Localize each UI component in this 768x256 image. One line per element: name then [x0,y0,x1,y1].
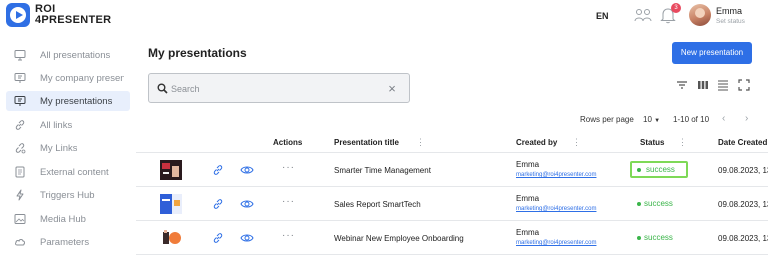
top-bar: ROI 4PRESENTER EN 3 Emma Set status [0,0,768,34]
copy-link-icon[interactable] [212,232,224,244]
column-header-status[interactable]: Status [640,138,664,147]
sidebar-item-media-hub[interactable]: Media Hub [6,209,130,229]
cloud-icon [14,239,26,246]
status-badge: success [630,229,688,246]
presentation-title[interactable]: Smarter Time Management [334,166,431,175]
sidebar-item-all-links[interactable]: All links [6,115,130,135]
document-icon [15,166,25,178]
more-actions-icon[interactable]: ··· [282,230,295,241]
search-box: × [148,73,410,103]
search-icon [157,83,168,94]
table-header: Actions Presentation title ⋮ Created by … [136,133,768,153]
sidebar-item-label: External content [40,166,109,178]
density-icon[interactable] [717,79,729,91]
column-header-date[interactable]: Date Created [718,138,767,147]
user-status[interactable]: Set status [716,18,745,25]
pagination-range: 1-10 of 10 [673,115,710,124]
more-actions-icon[interactable]: ··· [282,162,295,173]
sidebar-item-company-presentations[interactable]: My company presentations [6,68,130,88]
next-page-icon[interactable]: › [745,113,748,124]
image-icon [14,214,26,224]
column-menu-icon[interactable]: ⋮ [416,137,425,148]
sidebar-item-label: All links [40,119,73,131]
sidebar-item-label: My Links [40,142,78,154]
presentation-icon [14,50,26,61]
sidebar-item-label: Parameters [40,236,90,248]
table-row[interactable]: ··· Webinar New Employee Onboarding Emma… [136,221,768,255]
user-name[interactable]: Emma [716,6,742,16]
chevron-down-icon: ▼ [654,118,661,124]
logo-line-2: 4PRESENTER [35,14,112,26]
app-logo[interactable]: ROI 4PRESENTER [6,3,111,27]
sidebar-item-label: Triggers Hub [40,189,95,201]
language-selector[interactable]: EN [596,11,609,21]
fullscreen-icon[interactable] [738,79,750,91]
table-row[interactable]: ··· Sales Report SmartTech Emma marketin… [136,187,768,221]
new-presentation-button[interactable]: New presentation [672,42,752,64]
sidebar-item-my-presentations[interactable]: My presentations [6,91,130,111]
creator-name: Emma [516,228,540,237]
status-badge: success [630,161,688,178]
filter-icon[interactable] [676,79,688,91]
sidebar-item-external-content[interactable]: External content [6,162,130,182]
rows-per-page-label: Rows per page [580,115,634,124]
preview-eye-icon[interactable] [240,233,254,243]
sidebar-item-label: All presentations [40,49,111,61]
notification-badge: 3 [671,3,681,13]
presentation-title[interactable]: Sales Report SmartTech [334,200,421,209]
lightning-icon [16,189,24,201]
previous-page-icon[interactable]: ‹ [722,113,725,124]
sidebar-item-my-links[interactable]: My Links [6,138,130,158]
preview-eye-icon[interactable] [240,165,254,175]
copy-link-icon[interactable] [212,164,224,176]
date-created: 09.08.2023, 13 [718,166,768,175]
column-view-icon[interactable] [697,79,709,91]
sidebar-item-label: My company presentations [40,72,124,84]
column-header-actions[interactable]: Actions [273,138,302,147]
logo-icon [6,3,30,27]
presentation-thumbnail[interactable] [160,228,182,248]
company-presentation-icon [14,73,26,83]
copy-link-icon[interactable] [212,198,224,210]
creator-email-link[interactable]: marketing@roi4presenter.com [516,206,596,212]
rows-per-page-value: 10 [643,115,652,124]
sidebar: All presentations My company presentatio… [0,40,136,256]
column-header-created-by[interactable]: Created by [516,138,557,147]
sidebar-item-all-presentations[interactable]: All presentations [6,45,130,65]
user-link-icon [15,143,26,154]
creator-email-link[interactable]: marketing@roi4presenter.com [516,172,596,178]
presentation-thumbnail[interactable] [160,194,182,214]
column-menu-icon[interactable]: ⋮ [678,137,687,148]
sidebar-item-label: Media Hub [40,213,86,225]
logo-text: ROI 4PRESENTER [35,4,111,26]
preview-eye-icon[interactable] [240,199,254,209]
rows-per-page-select[interactable]: 10 ▼ [643,115,660,124]
sidebar-item-triggers-hub[interactable]: Triggers Hub [6,185,130,205]
date-created: 09.08.2023, 13 [718,234,768,243]
search-input[interactable] [171,81,371,97]
sidebar-item-label: My presentations [40,95,113,107]
clear-search-icon[interactable]: × [385,82,399,96]
my-presentation-icon [14,96,26,106]
more-actions-icon[interactable]: ··· [282,196,295,207]
avatar[interactable] [689,4,711,26]
presentation-thumbnail[interactable] [160,160,182,180]
creator-email-link[interactable]: marketing@roi4presenter.com [516,240,596,246]
column-menu-icon[interactable]: ⋮ [572,137,581,148]
column-header-title[interactable]: Presentation title [334,138,399,147]
link-icon [15,120,25,130]
creator-name: Emma [516,160,540,169]
creator-name: Emma [516,194,540,203]
team-icon[interactable] [634,8,652,22]
page-title: My presentations [148,46,247,60]
sidebar-item-parameters[interactable]: Parameters [6,232,130,252]
table-row[interactable]: ··· Smarter Time Management Emma marketi… [136,153,768,187]
status-badge: success [630,195,688,212]
date-created: 09.08.2023, 13 [718,200,768,209]
presentation-title[interactable]: Webinar New Employee Onboarding [334,234,464,243]
